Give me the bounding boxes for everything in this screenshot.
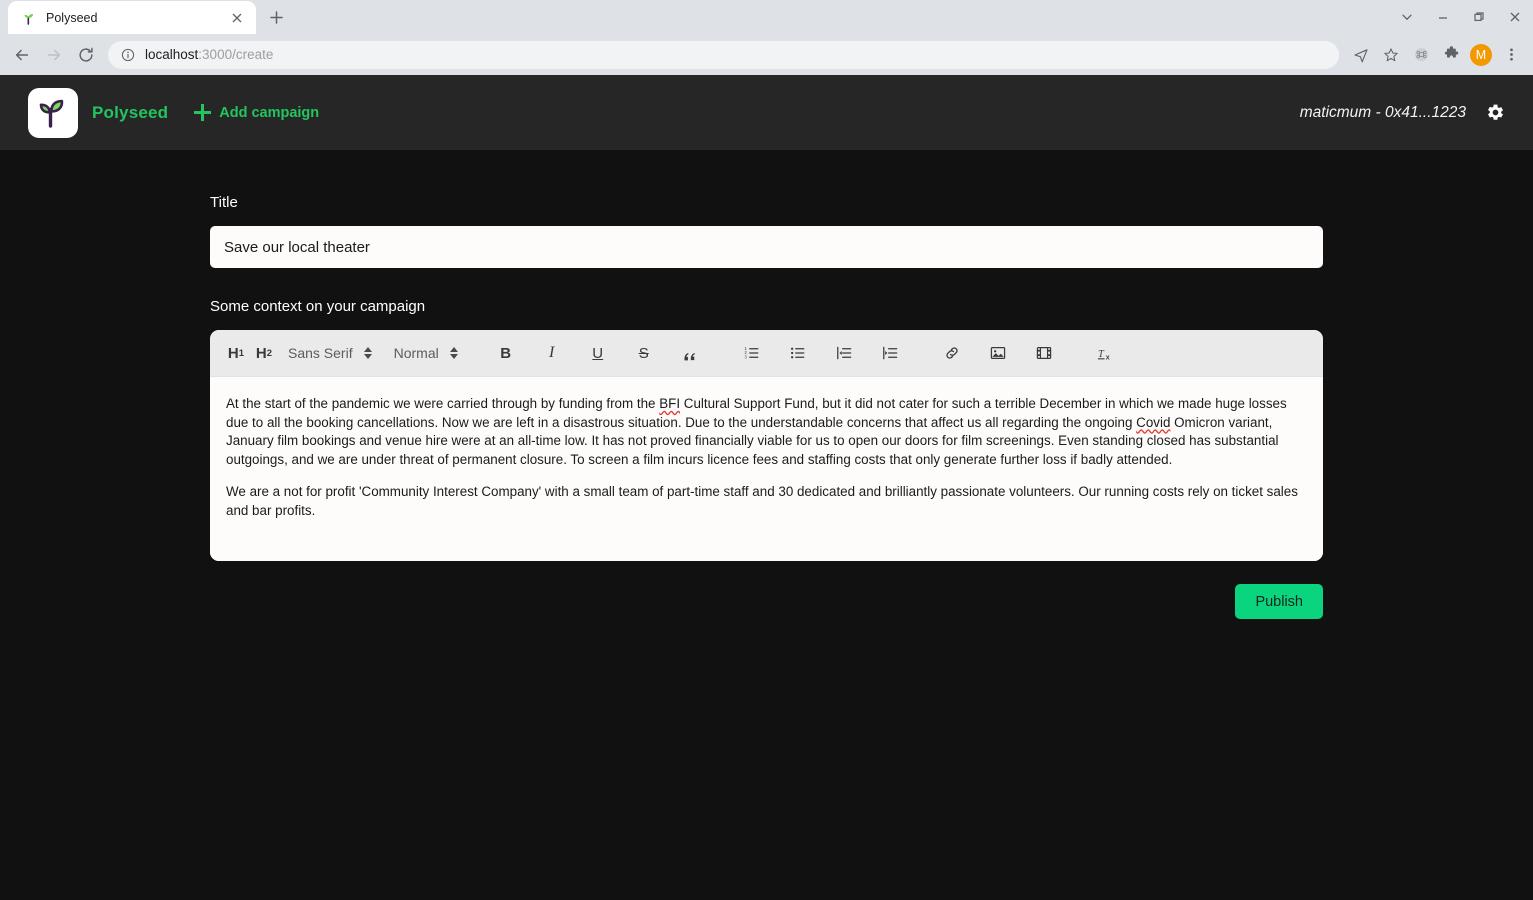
outdent-icon[interactable] — [831, 340, 857, 366]
editor-paragraph: At the start of the pandemic we were car… — [226, 395, 1307, 469]
profile-avatar[interactable]: M — [1467, 41, 1495, 69]
window-close-icon[interactable] — [1497, 0, 1533, 34]
header-right-group: maticmum - 0x41...1223 — [1300, 103, 1505, 122]
toolbar-icon-group: M — [1347, 41, 1525, 69]
strikethrough-button[interactable]: S — [631, 340, 657, 366]
minimize-icon[interactable] — [1425, 0, 1461, 34]
info-circle-icon[interactable] — [120, 47, 136, 63]
browser-tab[interactable]: Polyseed — [8, 1, 256, 34]
context-label: Some context on your campaign — [210, 298, 426, 315]
heading-2-sub: 2 — [266, 347, 273, 359]
editor-content[interactable]: At the start of the pandemic we were car… — [210, 377, 1323, 561]
bookmark-star-icon[interactable] — [1377, 41, 1405, 69]
url-host: localhost — [145, 47, 199, 62]
avatar-initial: M — [1470, 43, 1492, 66]
extensions-puzzle-icon[interactable] — [1437, 41, 1465, 69]
image-icon[interactable] — [985, 340, 1011, 366]
spellcheck-word: Covid — [1136, 414, 1171, 430]
url-path: :3000/create — [198, 47, 274, 62]
italic-button[interactable]: I — [539, 340, 565, 366]
tab-close-icon[interactable] — [228, 9, 246, 27]
font-size-value: Normal — [393, 345, 439, 361]
publish-button[interactable]: Publish — [1235, 584, 1323, 619]
spellcheck-word: BFI — [659, 396, 681, 411]
add-campaign-button[interactable]: Add campaign — [194, 104, 319, 121]
svg-text:x: x — [1106, 354, 1110, 361]
browser-chrome: Polyseed localhost:3000/create M — [0, 0, 1533, 75]
brand-name: Polyseed — [92, 102, 169, 122]
rich-text-editor: H1 H2 Sans Serif Normal B I U S 1 2 3 T … — [210, 330, 1323, 561]
reload-button[interactable] — [70, 39, 102, 71]
ordered-list-icon[interactable]: 1 2 3 — [739, 340, 765, 366]
form-actions: Publish — [210, 584, 1323, 619]
command-circle-icon[interactable] — [1407, 41, 1435, 69]
three-dot-menu-icon[interactable] — [1497, 41, 1525, 69]
heading-1-sub: 1 — [238, 347, 245, 359]
editor-paragraph: We are a not for profit 'Community Inter… — [226, 483, 1307, 520]
window-controls — [1389, 0, 1533, 34]
page-content: Title Some context on your campaign H1 H… — [0, 150, 1533, 619]
app-header: Polyseed Add campaign maticmum - 0x41...… — [0, 75, 1533, 150]
plus-icon — [194, 104, 212, 121]
browser-toolbar: localhost:3000/create M — [0, 34, 1533, 75]
font-size-select[interactable]: Normal — [394, 345, 458, 361]
address-bar[interactable]: localhost:3000/create — [108, 40, 1339, 69]
new-tab-button[interactable] — [262, 3, 290, 31]
forward-button[interactable] — [38, 39, 70, 71]
brand-logo-group[interactable]: Polyseed — [28, 87, 169, 138]
url-text: localhost:3000/create — [145, 47, 273, 62]
text-fragment: At the start of the pandemic we were car… — [226, 396, 660, 411]
chevron-updown-icon — [363, 347, 372, 359]
bold-button[interactable]: B — [493, 340, 519, 366]
app-viewport: Polyseed Add campaign maticmum - 0x41...… — [0, 75, 1533, 900]
seedling-logo-icon — [28, 87, 78, 138]
clear-format-icon[interactable]: T x — [1093, 340, 1119, 366]
seedling-icon — [21, 10, 37, 26]
heading-2-button[interactable]: H2 — [251, 340, 277, 366]
heading-1-button[interactable]: H1 — [223, 340, 249, 366]
chevron-updown-icon — [449, 347, 458, 359]
tab-search-chevron-down-icon[interactable] — [1389, 0, 1425, 34]
text-fragment: We are a not for profit 'Community Inter… — [226, 484, 1298, 518]
gear-icon[interactable] — [1486, 103, 1505, 122]
title-input[interactable] — [210, 226, 1323, 268]
tab-title: Polyseed — [46, 10, 98, 25]
underline-button[interactable]: U — [585, 340, 611, 366]
account-address[interactable]: maticmum - 0x41...1223 — [1300, 104, 1466, 122]
indent-icon[interactable] — [877, 340, 903, 366]
font-family-value: Sans Serif — [288, 345, 353, 361]
send-share-icon[interactable] — [1347, 41, 1375, 69]
back-button[interactable] — [6, 39, 38, 71]
video-icon[interactable] — [1031, 340, 1057, 366]
editor-toolbar: H1 H2 Sans Serif Normal B I U S 1 2 3 T … — [210, 330, 1323, 377]
font-family-select[interactable]: Sans Serif — [288, 345, 372, 361]
bullet-list-icon[interactable] — [785, 340, 811, 366]
svg-text:3: 3 — [744, 355, 747, 360]
title-label: Title — [210, 194, 238, 211]
tab-strip: Polyseed — [0, 0, 1533, 34]
maximize-icon[interactable] — [1461, 0, 1497, 34]
add-campaign-label: Add campaign — [219, 104, 320, 121]
link-icon[interactable] — [939, 340, 965, 366]
blockquote-button[interactable] — [677, 340, 703, 366]
campaign-form: Title Some context on your campaign H1 H… — [210, 194, 1323, 619]
